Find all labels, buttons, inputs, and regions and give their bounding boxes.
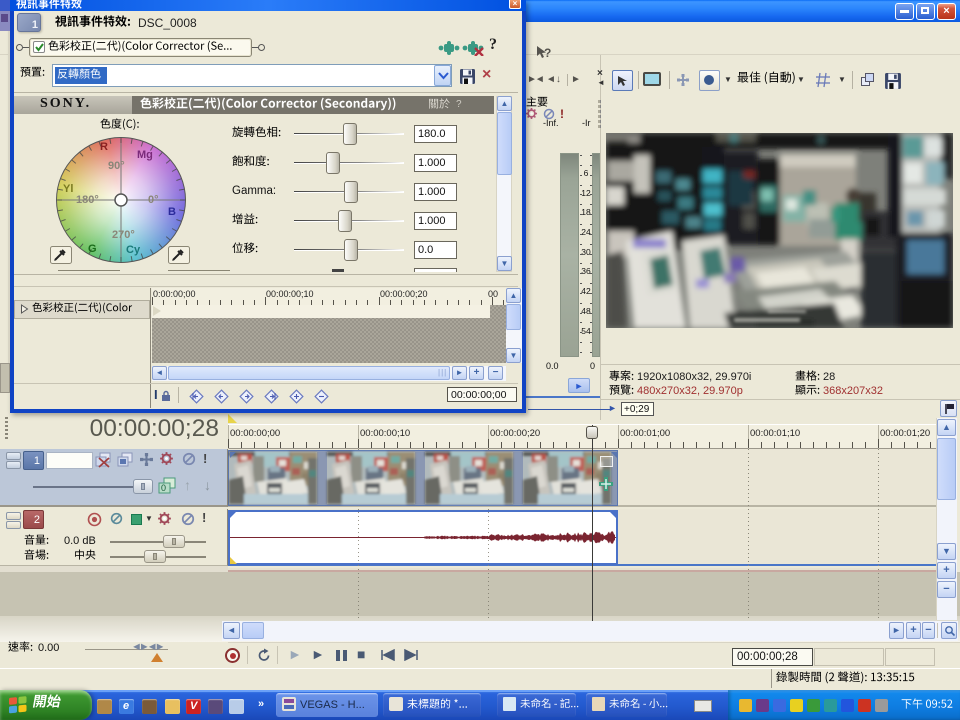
svg-text:?: ? [544,46,551,60]
svg-text:0: 0 [161,483,166,493]
